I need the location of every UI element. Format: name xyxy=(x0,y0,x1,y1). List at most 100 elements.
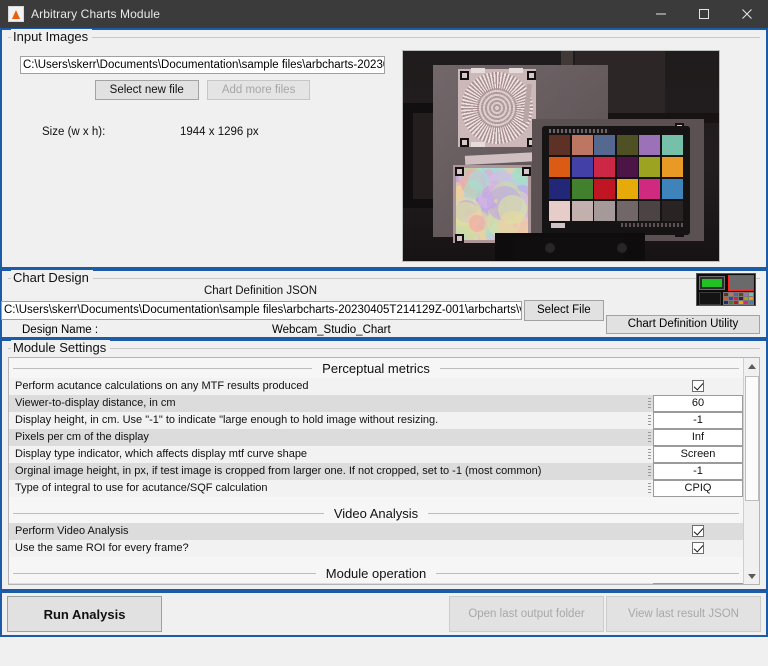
colorchecker-patch xyxy=(724,301,728,304)
settings-checkbox[interactable] xyxy=(692,542,704,554)
colorchecker-patch xyxy=(549,179,570,199)
settings-row-grip[interactable] xyxy=(646,583,653,585)
panel-rule xyxy=(8,37,760,38)
input-images-panel: Input Images C:\Users\skerr\Documents\Do… xyxy=(0,28,768,269)
scroll-down-arrow[interactable] xyxy=(744,568,760,584)
chart-definition-path-field[interactable]: C:\Users\skerr\Documents\Documentation\s… xyxy=(1,301,522,320)
input-images-title: Input Images xyxy=(11,29,92,44)
settings-row-description: Use the same ROI for every frame? xyxy=(9,540,653,557)
preview-tick xyxy=(471,68,485,73)
colorchecker-patch xyxy=(639,157,660,177)
registration-mark xyxy=(455,234,464,243)
settings-row-grip[interactable] xyxy=(646,429,653,446)
preview-siemens-star xyxy=(461,72,533,144)
settings-row: Display height, in cm. Use "-1" to indic… xyxy=(9,412,743,429)
colorchecker-patch xyxy=(734,293,738,296)
settings-row: Display type indicator, which affects di… xyxy=(9,446,743,463)
colorchecker-patch xyxy=(739,293,743,296)
settings-value-field[interactable]: -1 xyxy=(653,412,743,429)
preview-colorchecker-grid xyxy=(549,135,683,221)
run-analysis-button[interactable]: Run Analysis xyxy=(7,596,162,632)
settings-scrollbar[interactable] xyxy=(743,358,759,584)
settings-value-field[interactable]: 60 xyxy=(653,395,743,412)
add-more-files-button[interactable]: Add more files xyxy=(207,80,311,100)
settings-row-grip[interactable] xyxy=(646,395,653,412)
scroll-up-arrow[interactable] xyxy=(744,358,760,374)
image-preview[interactable] xyxy=(402,50,720,262)
preview-tick xyxy=(471,142,485,147)
settings-section-title: Video Analysis xyxy=(324,506,428,521)
preview-scene-element xyxy=(545,243,555,253)
settings-value-field[interactable] xyxy=(653,583,743,585)
colorchecker-patch xyxy=(572,135,593,155)
rule xyxy=(13,368,312,369)
colorchecker-patch xyxy=(662,201,683,221)
settings-value-field[interactable]: -1 xyxy=(653,463,743,480)
colorchecker-patch xyxy=(594,179,615,199)
matlab-app-icon xyxy=(8,6,24,22)
settings-row-description: Pixels per cm of the display xyxy=(9,429,646,446)
colorchecker-patch xyxy=(749,297,753,300)
image-size-row: Size (w x h): 1944 x 1296 px xyxy=(20,126,402,138)
settings-row-grip[interactable] xyxy=(646,446,653,463)
maximize-icon[interactable] xyxy=(682,0,725,28)
rule xyxy=(428,513,739,514)
settings-row-description: Output save directory. If empty, user's … xyxy=(9,583,646,585)
registration-mark xyxy=(460,138,469,147)
preview-scene-element xyxy=(513,237,625,259)
settings-row-checkbox-cell xyxy=(653,523,743,540)
settings-checkbox[interactable] xyxy=(692,380,704,392)
open-last-output-folder-button[interactable]: Open last output folder xyxy=(449,596,604,632)
settings-value-field[interactable]: Inf xyxy=(653,429,743,446)
colorchecker-patch xyxy=(594,157,615,177)
colorchecker-patch xyxy=(617,157,638,177)
settings-scroll-area[interactable]: Perceptual metricsPerform acutance calcu… xyxy=(9,358,743,584)
chart-definition-utility-button[interactable]: Chart Definition Utility xyxy=(606,315,760,334)
select-file-button[interactable]: Select File xyxy=(524,300,604,321)
settings-section-header: Perceptual metrics xyxy=(9,358,743,378)
bottom-action-bar: Run Analysis Open last output folder Vie… xyxy=(0,591,768,637)
settings-row-description: Type of integral to use for acutance/SQF… xyxy=(9,480,646,497)
colorchecker-patch xyxy=(617,201,638,221)
close-icon[interactable] xyxy=(725,0,768,28)
colorchecker-patch xyxy=(729,293,733,296)
preview-colorchecker-label xyxy=(551,223,565,228)
input-file-path-field[interactable]: C:\Users\skerr\Documents\Documentation\s… xyxy=(20,56,385,74)
deadleaves-blob xyxy=(498,195,527,224)
colorchecker-patch xyxy=(724,293,728,296)
scrollbar-thumb[interactable] xyxy=(745,376,759,501)
settings-row: Viewer-to-display distance, in cm 60 xyxy=(9,395,743,412)
window-titlebar: Arbitrary Charts Module xyxy=(0,0,768,28)
settings-row-checkbox-cell xyxy=(653,378,743,395)
colorchecker-patch xyxy=(639,179,660,199)
view-last-result-json-button[interactable]: View last result JSON xyxy=(606,596,761,632)
input-file-buttons: Select new file Add more files xyxy=(20,80,385,100)
colorchecker-patch xyxy=(744,293,748,296)
settings-row: Type of integral to use for acutance/SQF… xyxy=(9,480,743,497)
settings-row-description: Display type indicator, which affects di… xyxy=(9,446,646,463)
rule xyxy=(436,573,739,574)
settings-checkbox[interactable] xyxy=(692,525,704,537)
settings-row-grip[interactable] xyxy=(646,463,653,480)
settings-section-header: Module operation xyxy=(9,563,743,583)
settings-value-field[interactable]: Screen xyxy=(653,446,743,463)
select-new-file-button[interactable]: Select new file xyxy=(95,80,199,100)
settings-row-description: Display height, in cm. Use "-1" to indic… xyxy=(9,412,646,429)
colorchecker-patch xyxy=(639,135,660,155)
settings-row-description: Orginal image height, in px, if test ima… xyxy=(9,463,646,480)
colorchecker-patch xyxy=(549,201,570,221)
settings-row-description: Viewer-to-display distance, in cm xyxy=(9,395,646,412)
settings-value-field[interactable]: CPIQ xyxy=(653,480,743,497)
preview-colorchecker-label xyxy=(621,223,683,227)
colorchecker-patch xyxy=(549,135,570,155)
minimize-icon[interactable] xyxy=(639,0,682,28)
preview-tick xyxy=(509,68,523,73)
window-title: Arbitrary Charts Module xyxy=(31,7,160,21)
preview-deadleaves-chart xyxy=(456,168,528,240)
settings-row: Use the same ROI for every frame? xyxy=(9,540,743,557)
settings-row-grip[interactable] xyxy=(646,480,653,497)
registration-mark xyxy=(460,71,469,80)
settings-row-grip[interactable] xyxy=(646,412,653,429)
settings-row-description: Perform Video Analysis xyxy=(9,523,653,540)
colorchecker-patch xyxy=(617,179,638,199)
